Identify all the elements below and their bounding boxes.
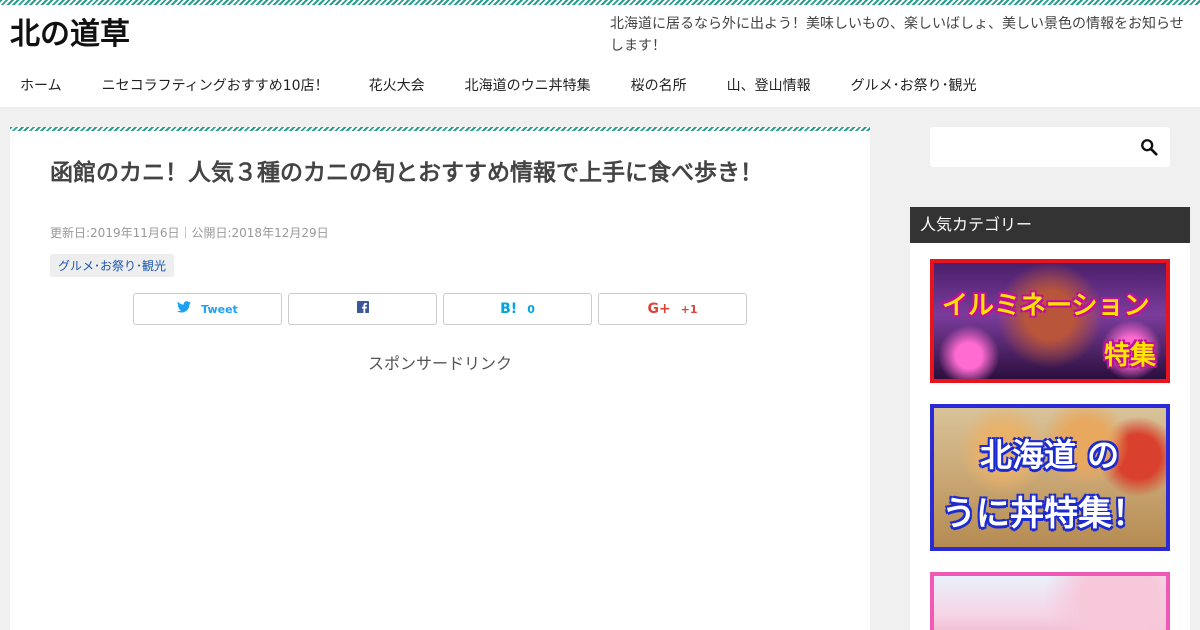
site-title[interactable]: 北の道草 [10,17,130,53]
facebook-share-button[interactable] [288,293,437,325]
tweet-button[interactable]: Tweet [133,293,282,325]
nav-item-home[interactable]: ホーム [0,71,82,107]
nav-item-niseko-rafting[interactable]: ニセコラフティングおすすめ10店！ [82,71,349,107]
search-icon[interactable] [1140,138,1158,156]
uni-don-banner-title: 北海道 の [980,436,1120,474]
nav-item-fireworks[interactable]: 花火大会 [349,71,445,107]
article-dates: 更新日:2019年11月6日｜公開日:2018年12月29日 [50,226,329,240]
nav-item-mountain[interactable]: 山、登山情報 [707,71,831,107]
article-stripe [10,127,870,131]
sidebar-search[interactable] [930,127,1170,167]
sakura-banner[interactable] [930,572,1170,630]
share-buttons: Tweet B! 0 G+ +1 [133,293,747,325]
popular-categories-heading: 人気カテゴリー [910,207,1190,243]
article-title: 函館のカニ！人気３種のカニの旬とおすすめ情報で上手に食べ歩き！ [50,160,763,186]
site-header: 北の道草 北海道に居るなら外に出よう！美味しいもの、楽しいばしょ、美しい景色の情… [0,5,1200,107]
illumination-banner[interactable]: イルミネーション 特集 [930,259,1170,383]
google-plus-count: +1 [680,302,698,316]
nav-item-uni-don[interactable]: 北海道のウニ丼特集 [445,71,611,107]
facebook-icon [356,301,369,317]
google-plus-icon: G+ [647,301,671,317]
nav-item-gourmet[interactable]: グルメ･お祭り･観光 [831,71,997,107]
uni-don-banner-subtitle: うに丼特集！ [942,494,1146,534]
illumination-banner-title: イルミネーション [942,291,1150,321]
twitter-icon [177,301,192,317]
search-input[interactable] [930,127,1130,167]
nav-item-sakura[interactable]: 桜の名所 [611,71,707,107]
sponsored-link-label: スポンサードリンク [367,354,512,373]
hatena-count: 0 [527,302,535,316]
category-badge[interactable]: グルメ･お祭り･観光 [50,254,175,277]
illumination-banner-subtitle: 特集 [1103,341,1156,371]
main-nav: ホーム ニセコラフティングおすすめ10店！ 花火大会 北海道のウニ丼特集 桜の名… [0,71,997,107]
site-tagline: 北海道に居るなら外に出よう！美味しいもの、楽しいばしょ、美しい景色の情報をお知ら… [610,16,1184,54]
tweet-label: Tweet [201,302,238,316]
uni-don-banner[interactable]: 北海道 の うに丼特集！ [930,404,1170,551]
article-main: 函館のカニ！人気３種のカニの旬とおすすめ情報で上手に食べ歩き！ 更新日:2019… [10,127,870,630]
google-plus-button[interactable]: G+ +1 [598,293,747,325]
hatena-bookmark-icon: B! [500,301,518,317]
hatena-bookmark-button[interactable]: B! 0 [443,293,592,325]
